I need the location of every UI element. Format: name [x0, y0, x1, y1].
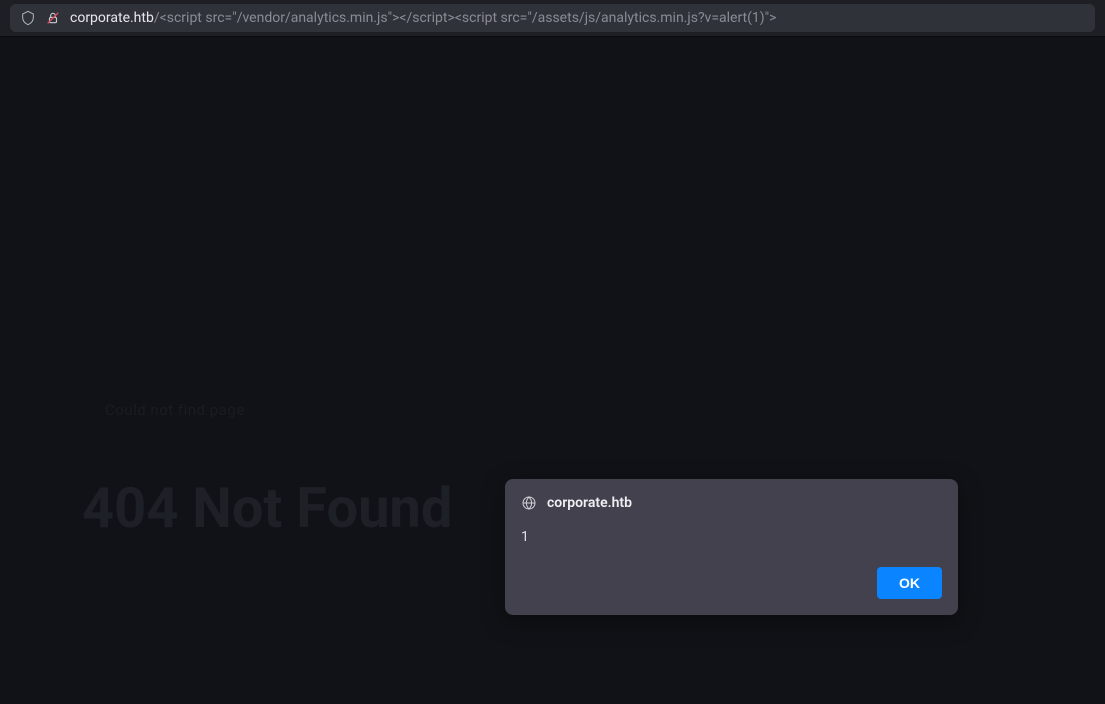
dialog-origin: corporate.htb	[547, 495, 632, 511]
address-bar[interactable]: corporate.htb/<script src="/vendor/analy…	[10, 4, 1095, 32]
page-heading: 404 Not Found	[82, 475, 452, 541]
ok-button[interactable]: OK	[877, 567, 942, 599]
url-path: /<script src="/vendor/analytics.min.js">…	[154, 10, 777, 26]
url-text[interactable]: corporate.htb/<script src="/vendor/analy…	[70, 10, 776, 26]
alert-dialog: corporate.htb 1 OK	[505, 479, 958, 615]
address-bar-container: corporate.htb/<script src="/vendor/analy…	[0, 0, 1105, 37]
dialog-actions: OK	[521, 567, 942, 599]
page-subtext: Could not find page	[105, 401, 245, 419]
dialog-message: 1	[521, 529, 942, 545]
dialog-header: corporate.htb	[521, 495, 942, 511]
shield-icon[interactable]	[20, 10, 36, 26]
globe-icon	[521, 495, 537, 511]
lock-insecure-icon[interactable]	[46, 11, 60, 25]
page-content: Could not find page 404 Not Found corpor…	[0, 37, 1105, 704]
url-domain: corporate.htb	[70, 10, 154, 26]
